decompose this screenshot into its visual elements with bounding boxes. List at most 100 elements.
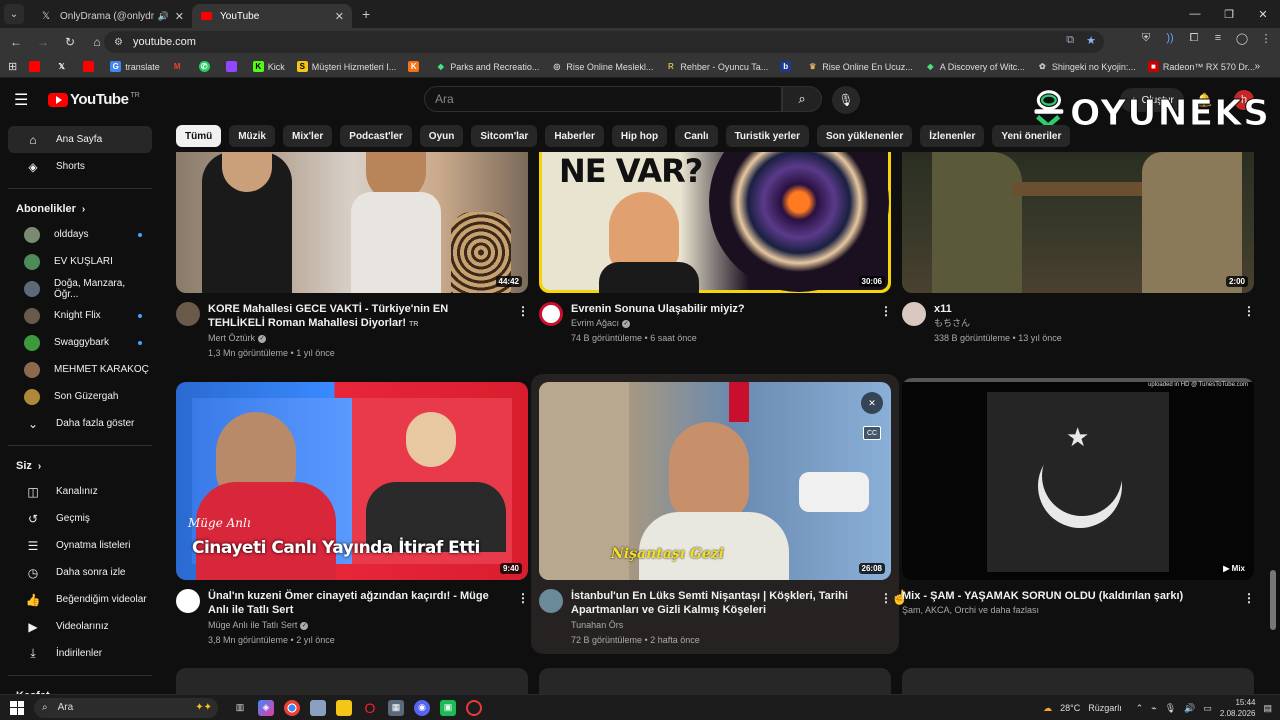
sidebar-item-watch-later[interactable]: ◷ Daha sonra izle [8,559,152,586]
bookmark-radeon[interactable]: ■ Radeon™ RX 570 Dr... [1147,61,1255,72]
show-more-button[interactable]: ⌄ Daha fazla göster [8,410,152,437]
network-icon[interactable]: ⌁ [1151,703,1156,714]
subscription-item[interactable]: Doğa, Manzara, Öğr... [8,275,152,302]
url-input[interactable]: ⚙ youtube.com ⧉ ★ [104,31,1104,53]
filter-chip[interactable]: Sitcom'lar [471,125,538,147]
apps-icon[interactable]: ⊞ [8,60,17,73]
calculator-icon[interactable]: ▦ [388,699,404,716]
subscription-item[interactable]: Knight Flix [8,302,152,329]
channel-avatar[interactable] [539,302,563,326]
bookmark-shingeki[interactable]: ✿ Shingeki no Kyojin:... [1037,61,1136,72]
scrollbar[interactable] [1270,160,1276,690]
discord-icon[interactable]: ◉ [414,699,430,716]
forward-icon[interactable]: → [31,30,55,54]
filter-chip[interactable]: Haberler [545,125,604,147]
extensions-icon[interactable]: ⧠ [1186,32,1202,45]
video-thumbnail[interactable]: Müge Anlı Cinayeti Canlı Yayında İtiraf … [176,382,528,580]
subscription-item[interactable]: Son Güzergah [8,383,152,410]
subscription-item[interactable]: Swaggybark [8,329,152,356]
subscriptions-header[interactable]: Abonelikler › [0,197,160,221]
battery-icon[interactable]: ▭ [1203,703,1212,714]
channel-name[interactable]: Mert Öztürk ✓ [208,331,267,346]
minimize-icon[interactable]: — [1178,0,1212,28]
profile-icon[interactable]: ◯ [1234,32,1250,45]
video-title[interactable]: KORE Mahallesi GECE VAKTİ - Türkiye'nin … [208,302,508,332]
media-icon[interactable]: ≡ [1210,32,1226,45]
bookmark-rise-ucuz[interactable]: ♛ Rise Online En Ucuz... [807,61,913,72]
bookmark-parks[interactable]: ◆ Parks and Recreatio... [435,61,540,72]
you-header[interactable]: Siz › [0,454,160,478]
shield-icon[interactable]: ⛨ [1138,32,1154,45]
reload-icon[interactable]: ↻ [58,30,82,54]
channel-name[interactable]: Tunahan Örs [571,618,623,633]
channel-avatar[interactable] [539,589,563,613]
channel-name[interactable]: Evrim Ağacı ✓ [571,316,631,331]
video-thumbnail[interactable]: Nişantaşı Gezi ✕ CC 26:08 [539,382,891,580]
filter-chip[interactable]: Yeni öneriler [992,125,1071,147]
tab-youtube[interactable]: YouTube ✕ [192,4,352,28]
install-icon[interactable]: ⧉ [1066,34,1074,47]
channel-avatar[interactable] [902,302,926,326]
back-icon[interactable]: ← [4,30,28,54]
more-options-icon[interactable]: ⋮ [1243,304,1255,318]
clock[interactable]: 15:44 2.08.2026 [1220,697,1256,719]
speaker-icon[interactable]: 🔊 [158,11,169,22]
close-tab-icon[interactable]: ✕ [175,10,184,23]
channel-avatar[interactable] [176,302,200,326]
channel-name[interactable]: もちさん [934,316,970,331]
tab-onlydrama[interactable]: 𝕏 OnlyDrama (@onlydramaX 🔊 ✕ [32,4,192,28]
bookmark-whatsapp-icon[interactable]: ✆ [198,61,214,72]
filter-chip[interactable]: Tümü [176,125,222,147]
filter-chip[interactable]: Oyun [419,125,464,147]
more-options-icon[interactable]: ⋮ [517,304,529,318]
more-bookmarks-icon[interactable]: » [1254,61,1260,72]
filter-chip[interactable]: Müzik [229,125,275,147]
video-thumbnail[interactable]: NE VAR? 30:06 [539,152,891,293]
bookmark-youtube2-icon[interactable] [83,61,98,72]
opera-icon[interactable]: O [362,700,378,716]
windows-start-icon[interactable] [10,700,24,715]
mic-icon[interactable]: 🎙 [832,86,860,114]
video-title[interactable]: Evrenin Sonuna Ulaşabilir miyiz? [571,302,871,316]
channel-name[interactable]: Müge Anlı ile Tatlı Sert ✓ [208,618,309,633]
video-title[interactable]: Mix - ŞAM - YAŞAMAK SORUN OLDU (kaldırıl… [902,589,1232,603]
subscription-item[interactable]: olddays [8,221,152,248]
bookmark-youtube-icon[interactable] [29,61,44,72]
bookmark-rise-meslek[interactable]: ◎ Rise Online Meslekl... [551,61,653,72]
filter-chip[interactable]: Turistik yerler [725,125,809,147]
app-red-icon[interactable] [466,699,482,716]
search-icon[interactable]: ⌕ [782,86,822,112]
more-options-icon[interactable]: ⋮ [1243,591,1255,605]
video-thumbnail[interactable]: 2:00 [902,152,1254,293]
copilot-icon[interactable]: ◈ [258,699,274,716]
bookmark-gmail-icon[interactable]: M [172,61,187,72]
sidebar-item-like[interactable]: 👍 Beğendiğim videolar [8,586,152,613]
bookmark-b-icon[interactable]: b [780,61,795,72]
channel-avatar[interactable] [176,589,200,613]
video-thumbnail-placeholder[interactable] [176,668,528,694]
sidebar-item-videos[interactable]: ▶ Videolarınız [8,613,152,640]
sidebar-item-history[interactable]: ↺ Geçmiş [8,505,152,532]
file-explorer-icon[interactable] [336,699,352,716]
video-thumbnail[interactable]: 44:42 [176,152,528,293]
bookmark-discovery[interactable]: ◆ A Discovery of Witc... [925,61,1025,72]
mic-tray-icon[interactable]: 🎙 [1165,703,1176,714]
video-title[interactable]: x11 [934,302,1234,316]
filter-chip[interactable]: İzlenenler [920,125,985,147]
bookmark-rehber[interactable]: R Rehber - Oyuncu Ta... [665,61,768,72]
chevron-up-icon[interactable]: ⌃ [1136,703,1144,714]
filter-chip[interactable]: Hip hop [611,125,668,147]
video-thumbnail[interactable]: uploaded in HD @ TunesToTube.com ★ ▶ Mix [902,378,1254,580]
new-tab-icon[interactable]: + [362,6,370,22]
youtube-logo[interactable]: YouTube TR [48,91,140,108]
subscription-item[interactable]: MEHMET KARAKOÇ [8,356,152,383]
close-window-icon[interactable]: ✕ [1246,0,1280,28]
close-tab-icon[interactable]: ✕ [335,10,344,23]
sidebar-item-shorts[interactable]: ◈ Shorts [8,153,152,180]
sidebar-item-download[interactable]: ⤓ İndirilenler [8,640,152,667]
captions-icon[interactable]: CC [863,426,881,440]
weather-icon[interactable]: ☁ [1043,703,1052,714]
bookmark-k-icon[interactable]: K [408,61,423,72]
hamburger-menu-icon[interactable]: ☰ [14,90,34,110]
filter-chip[interactable]: Podcast'ler [340,125,412,147]
